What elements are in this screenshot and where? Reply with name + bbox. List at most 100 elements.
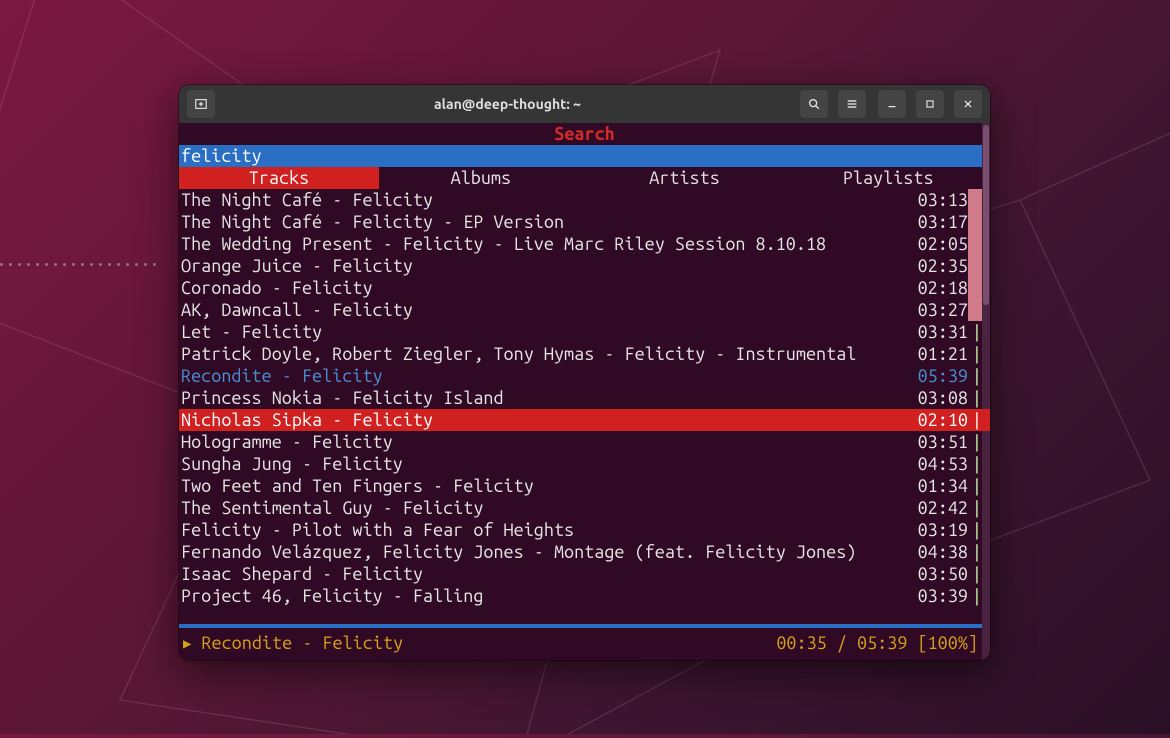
track-tick: | (968, 453, 982, 475)
tab-tracks[interactable]: Tracks (179, 167, 379, 189)
track-title: Project 46, Felicity - Falling (179, 585, 908, 607)
terminal-body: Search felicity TracksAlbumsArtistsPlayl… (179, 123, 990, 660)
track-row[interactable]: Patrick Doyle, Robert Ziegler, Tony Hyma… (179, 343, 990, 365)
track-row[interactable]: Orange Juice - Felicity02:35 (179, 255, 990, 277)
track-title: Orange Juice - Felicity (179, 255, 908, 277)
track-title: Patrick Doyle, Robert Ziegler, Tony Hyma… (179, 343, 908, 365)
track-row[interactable]: The Night Café - Felicity03:13 (179, 189, 990, 211)
track-tick: | (968, 343, 982, 365)
track-tick: | (968, 321, 982, 343)
track-duration: 03:27 (908, 299, 968, 321)
track-tick: | (968, 585, 982, 607)
track-row[interactable]: Recondite - Felicity05:39| (179, 365, 990, 387)
track-title: Sungha Jung - Felicity (179, 453, 908, 475)
track-duration: 03:08 (908, 387, 968, 409)
track-tick: | (968, 475, 982, 497)
track-title: AK, Dawncall - Felicity (179, 299, 908, 321)
track-duration: 03:13 (908, 189, 968, 211)
terminal-window: alan@deep-thought: ~ Search felicity Tra… (179, 85, 990, 660)
track-duration: 03:19 (908, 519, 968, 541)
track-tick: | (968, 431, 982, 453)
track-title: Let - Felicity (179, 321, 908, 343)
track-title: The Wedding Present - Felicity - Live Ma… (179, 233, 908, 255)
track-duration: 01:21 (908, 343, 968, 365)
track-row[interactable]: Hologramme - Felicity03:51| (179, 431, 990, 453)
track-row[interactable]: Project 46, Felicity - Falling03:39| (179, 585, 990, 607)
track-row[interactable]: Coronado - Felicity02:18 (179, 277, 990, 299)
titlebar: alan@deep-thought: ~ (179, 85, 990, 123)
maximize-icon (923, 97, 937, 111)
now-playing-time: 00:35 / 05:39 [100%] (776, 632, 978, 654)
track-tick (968, 299, 982, 321)
track-row[interactable]: The Night Café - Felicity - EP Version03… (179, 211, 990, 233)
track-row[interactable]: The Sentimental Guy - Felicity02:42| (179, 497, 990, 519)
track-tick (968, 233, 982, 255)
track-row[interactable]: Sungha Jung - Felicity04:53| (179, 453, 990, 475)
tab-artists[interactable]: Artists (583, 167, 787, 189)
track-row[interactable]: Nicholas Sipka - Felicity02:10| (179, 409, 990, 431)
hamburger-icon (845, 97, 859, 111)
track-duration: 05:39 (908, 365, 968, 387)
track-duration: 02:35 (908, 255, 968, 277)
track-duration: 04:53 (908, 453, 968, 475)
track-duration: 04:38 (908, 541, 968, 563)
track-tick: | (968, 541, 982, 563)
track-tick: | (968, 409, 982, 431)
total-time: 05:39 (857, 633, 907, 653)
track-duration: 03:17 (908, 211, 968, 233)
track-tick (968, 211, 982, 233)
track-row[interactable]: Fernando Velázquez, Felicity Jones - Mon… (179, 541, 990, 563)
track-title: Fernando Velázquez, Felicity Jones - Mon… (179, 541, 908, 563)
track-row[interactable]: Princess Nokia - Felicity Island03:08| (179, 387, 990, 409)
progress-bar[interactable] (179, 624, 982, 628)
now-playing-bar: ▶ Recondite - Felicity 00:35 / 05:39 [10… (179, 632, 982, 654)
track-title: The Night Café - Felicity - EP Version (179, 211, 908, 233)
terminal-search-button[interactable] (800, 90, 828, 118)
tab-playlists[interactable]: Playlists (786, 167, 990, 189)
track-title: Nicholas Sipka - Felicity (179, 409, 908, 431)
track-title: Two Feet and Ten Fingers - Felicity (179, 475, 908, 497)
elapsed-time: 00:35 (776, 633, 826, 653)
maximize-button[interactable] (916, 90, 944, 118)
track-title: Hologramme - Felicity (179, 431, 908, 453)
track-title: Recondite - Felicity (179, 365, 908, 387)
track-duration: 03:51 (908, 431, 968, 453)
track-row[interactable]: Let - Felicity03:31| (179, 321, 990, 343)
track-tick (968, 255, 982, 277)
app-header: Search (179, 123, 990, 145)
track-tick: | (968, 365, 982, 387)
close-icon (961, 97, 975, 111)
new-tab-icon (194, 97, 208, 111)
track-duration: 03:50 (908, 563, 968, 585)
track-tick: | (968, 387, 982, 409)
track-tick: | (968, 519, 982, 541)
minimize-button[interactable] (878, 90, 906, 118)
now-playing-title: Recondite - Felicity (201, 632, 776, 654)
minimize-icon (885, 97, 899, 111)
track-list: The Night Café - Felicity03:13 The Night… (179, 189, 990, 607)
track-title: The Night Café - Felicity (179, 189, 908, 211)
track-row[interactable]: AK, Dawncall - Felicity03:27 (179, 299, 990, 321)
new-tab-button[interactable] (187, 90, 215, 118)
search-input[interactable]: felicity (179, 145, 990, 167)
track-title: The Sentimental Guy - Felicity (179, 497, 908, 519)
track-title: Coronado - Felicity (179, 277, 908, 299)
track-duration: 02:42 (908, 497, 968, 519)
track-tick (968, 277, 982, 299)
track-tick: | (968, 497, 982, 519)
track-row[interactable]: The Wedding Present - Felicity - Live Ma… (179, 233, 990, 255)
track-duration: 01:34 (908, 475, 968, 497)
track-row[interactable]: Felicity - Pilot with a Fear of Heights0… (179, 519, 990, 541)
play-icon: ▶ (183, 632, 191, 654)
track-duration: 02:18 (908, 277, 968, 299)
track-title: Felicity - Pilot with a Fear of Heights (179, 519, 908, 541)
track-row[interactable]: Isaac Shepard - Felicity03:50| (179, 563, 990, 585)
tabs-row: TracksAlbumsArtistsPlaylists (179, 167, 990, 189)
track-row[interactable]: Two Feet and Ten Fingers - Felicity01:34… (179, 475, 990, 497)
hamburger-menu-button[interactable] (838, 90, 866, 118)
close-button[interactable] (954, 90, 982, 118)
track-title: Isaac Shepard - Felicity (179, 563, 908, 585)
track-tick (968, 189, 982, 211)
tab-albums[interactable]: Albums (379, 167, 583, 189)
volume-level: 100% (928, 633, 968, 653)
